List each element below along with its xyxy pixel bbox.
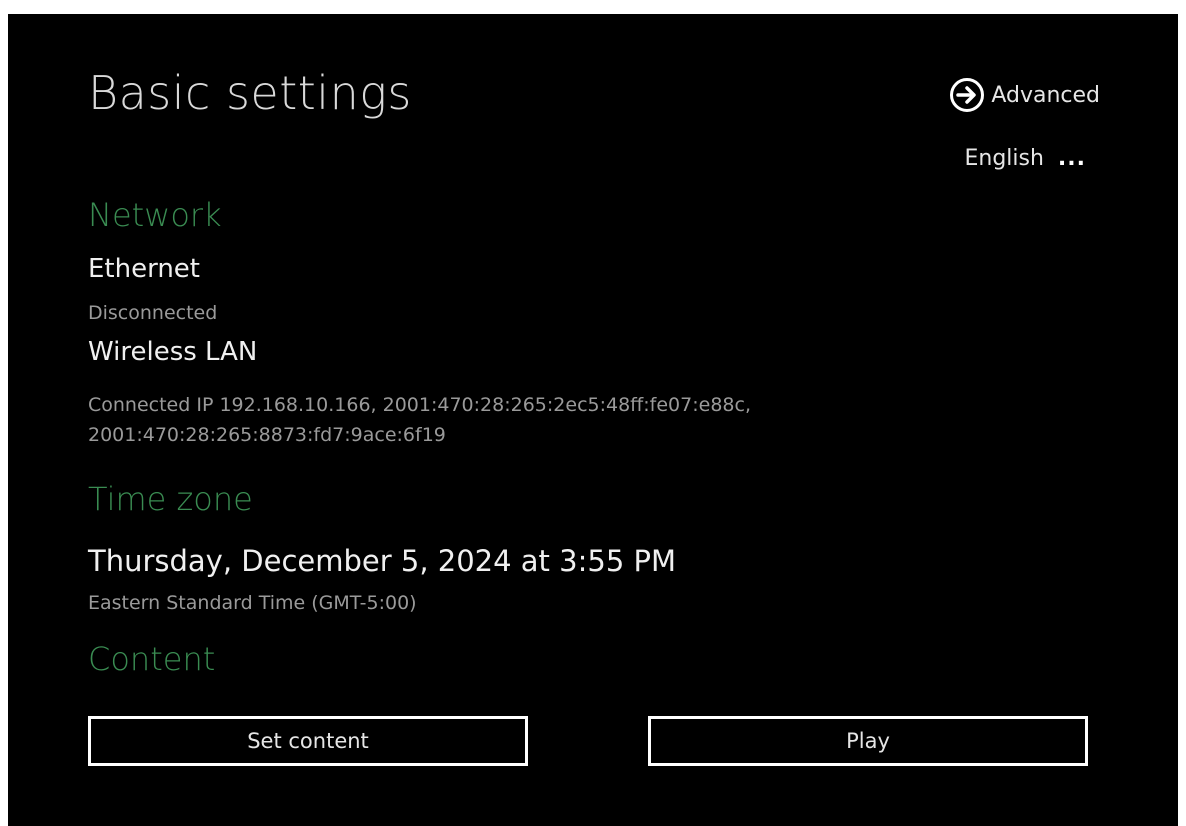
page-title: Basic settings — [88, 66, 412, 120]
language-label: English — [964, 146, 1044, 171]
advanced-link[interactable]: Advanced — [949, 77, 1100, 113]
set-content-button[interactable]: Set content — [88, 716, 528, 766]
arrow-circle-right-icon — [949, 77, 985, 113]
network-heading: Network — [88, 196, 222, 234]
settings-screen: Basic settings Advanced English ... Netw… — [8, 14, 1178, 826]
wireless-lan-status-continued: 2001:470:28:265:8873:fd7:9ace:6f19 — [88, 424, 446, 446]
play-button[interactable]: Play — [648, 716, 1088, 766]
time-zone-heading: Time zone — [88, 480, 253, 518]
time-zone-name: Eastern Standard Time (GMT-5:00) — [88, 592, 417, 614]
current-datetime: Thursday, December 5, 2024 at 3:55 PM — [88, 544, 677, 578]
ethernet-status: Disconnected — [88, 302, 218, 324]
more-options-icon[interactable]: ... — [1058, 147, 1086, 170]
content-heading: Content — [88, 640, 216, 678]
language-selector[interactable]: English ... — [964, 146, 1086, 171]
advanced-label: Advanced — [991, 82, 1100, 108]
wireless-lan-label: Wireless LAN — [88, 337, 258, 367]
ethernet-label: Ethernet — [88, 254, 200, 284]
wireless-lan-status: Connected IP 192.168.10.166, 2001:470:28… — [88, 394, 751, 416]
